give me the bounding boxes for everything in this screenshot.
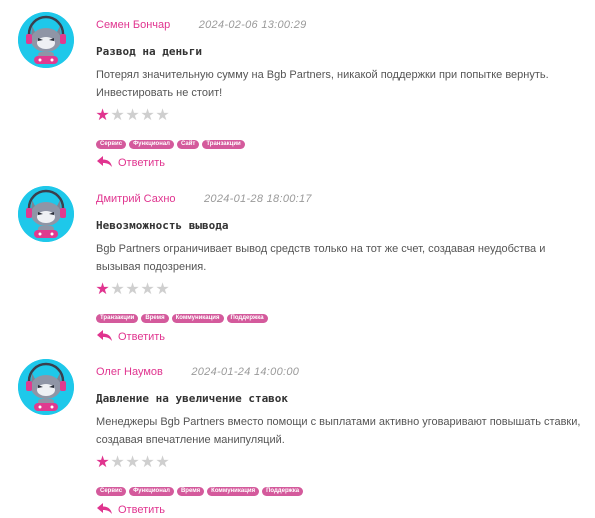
review-tag[interactable]: Время — [176, 487, 205, 496]
review-meta: Дмитрий Сахно 2024-01-28 18:00:17 — [96, 189, 312, 205]
review-tag[interactable]: Функционал — [129, 487, 174, 496]
star-icon: ★ — [155, 107, 170, 124]
reply-label: Ответить — [118, 504, 166, 516]
rating-stars: ★★★★★ — [95, 282, 170, 298]
rating-stars: ★★★★★ — [95, 108, 170, 124]
review-author[interactable]: Олег Наумов — [96, 366, 163, 378]
review-text: Потерял значительную сумму на Bgb Partne… — [96, 69, 549, 99]
review-tag[interactable]: Функционал — [129, 140, 174, 149]
review-tags: Транзакции Время Коммуникация Поддержка — [96, 306, 271, 324]
star-icon: ★ — [125, 454, 140, 471]
review-text: Менеджеры Bgb Partners вместо помощи с в… — [96, 416, 581, 446]
review-tag[interactable]: Сайт — [176, 140, 200, 149]
review-title: Давление на увеличение ставок — [96, 392, 289, 405]
star-icon: ★ — [140, 107, 155, 124]
star-icon: ★ — [140, 454, 155, 471]
reply-button[interactable]: Ответить — [97, 327, 165, 345]
review-meta: Семен Бончар 2024-02-06 13:00:29 — [96, 15, 307, 31]
review-tags: Сервис Функционал Время Коммуникация Поддерж… — [96, 479, 306, 497]
cat-avatar-icon — [18, 12, 74, 68]
review-tag[interactable]: Сервис — [96, 487, 127, 496]
review-tag[interactable]: Транзакции — [96, 314, 139, 323]
reply-button[interactable]: Ответить — [97, 500, 165, 518]
review-text: Bgb Partners ограничивает вывод средств … — [96, 243, 546, 273]
reply-label: Ответить — [118, 157, 166, 169]
review-tag[interactable]: Поддержка — [262, 487, 304, 496]
review-tag[interactable]: Коммуникация — [171, 314, 224, 323]
star-icon: ★ — [125, 107, 140, 124]
star-icon: ★ — [125, 281, 140, 298]
reply-arrow-icon — [97, 503, 112, 514]
review-date: 2024-02-06 13:00:29 — [198, 19, 307, 31]
reply-arrow-icon — [97, 330, 112, 341]
review-author[interactable]: Дмитрий Сахно — [96, 193, 176, 205]
review-tag[interactable]: Время — [141, 314, 169, 323]
star-icon: ★ — [155, 281, 170, 298]
review-title: Невозможность вывода — [96, 219, 229, 232]
star-icon: ★ — [95, 281, 110, 298]
review-tag[interactable]: Поддержка — [226, 314, 268, 323]
reply-arrow-icon — [97, 156, 112, 167]
review-author[interactable]: Семен Бончар — [96, 19, 170, 31]
review-meta: Олег Наумов 2024-01-24 14:00:00 — [96, 362, 299, 378]
cat-avatar-icon — [18, 186, 74, 242]
cat-avatar-icon — [18, 359, 74, 415]
rating-stars: ★★★★★ — [95, 455, 170, 471]
review-tags: Сервис Функционал Сайт Транзакции — [96, 132, 248, 150]
star-icon: ★ — [95, 454, 110, 471]
star-icon: ★ — [140, 281, 155, 298]
star-icon: ★ — [155, 454, 170, 471]
reply-button[interactable]: Ответить — [97, 153, 165, 171]
star-icon: ★ — [110, 454, 125, 471]
star-icon: ★ — [95, 107, 110, 124]
star-icon: ★ — [110, 107, 125, 124]
review-title: Развод на деньги — [96, 45, 202, 58]
reply-label: Ответить — [118, 331, 166, 343]
review-tag[interactable]: Транзакции — [202, 140, 245, 149]
review-tag[interactable]: Коммуникация — [207, 487, 260, 496]
star-icon: ★ — [110, 281, 125, 298]
review-date: 2024-01-28 18:00:17 — [204, 193, 312, 205]
review-tag[interactable]: Сервис — [96, 140, 127, 149]
review-date: 2024-01-24 14:00:00 — [191, 366, 300, 378]
